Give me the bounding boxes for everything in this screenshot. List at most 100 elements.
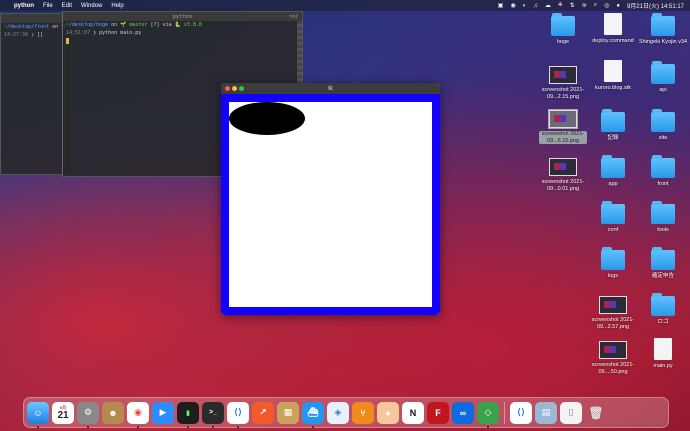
terminal-front-title: python <box>172 13 193 20</box>
tk-window-title: tk <box>328 85 333 92</box>
siri-icon[interactable]: ● <box>616 3 620 9</box>
trash-icon[interactable]: 🗑 <box>585 402 607 424</box>
terminal-front-titlebar[interactable]: python ⌥⌘2 <box>63 12 302 21</box>
desktop-icon-kuroro-blog[interactable]: kuroro.blog.stk <box>589 60 637 92</box>
desktop-icon-kakutei-shinkoku[interactable]: 確定申告 <box>639 247 687 280</box>
folder-icon <box>651 61 675 84</box>
desktop-icon-screenshot-6-15[interactable]: screenshot 2021-09...6.15.png <box>539 109 587 144</box>
calendar-icon[interactable]: 9月 21 <box>52 401 74 424</box>
dock-separator <box>504 401 505 424</box>
document-stack-icon[interactable]: ▯ <box>560 401 582 424</box>
vscode-recent-icon[interactable]: ⟨⟩ <box>510 401 532 424</box>
spotlight-search-icon[interactable]: ⌕ <box>594 2 597 9</box>
notion-icon[interactable]: N <box>402 401 424 424</box>
terminal-front-shortcut: ⌥⌘2 <box>288 13 298 20</box>
desktop-icon-shingeki-kyojin[interactable]: Shingeki Kyojin v34 <box>639 13 687 46</box>
menu-bar: python File Edit Window Help ▣ ◉ ◐ ♫ ☁ ⎈… <box>0 0 690 11</box>
chrome-icon[interactable]: ◉ <box>127 401 149 428</box>
desktop-icon-hoge[interactable]: hoge <box>539 13 587 46</box>
status-icon-7[interactable]: ⇅ <box>570 2 575 9</box>
menu-status-area: ▣ ◉ ◐ ♫ ☁ ⎈ ⇅ ≋ ⌕ ◎ ● 9月21日(火) 14:51:17 <box>498 1 684 10</box>
contacts-icon[interactable]: ☻ <box>102 401 124 424</box>
screenshot-thumbnail-icon <box>549 66 577 84</box>
desktop-icon-app[interactable]: app <box>589 155 637 188</box>
zoom-icon[interactable]: ▶ <box>152 401 174 424</box>
status-icon-2[interactable]: ◉ <box>510 2 515 9</box>
status-icon-3[interactable]: ◐ <box>523 3 527 9</box>
desktop-icon-kiroku[interactable]: 記録 <box>589 109 637 142</box>
minimize-button[interactable] <box>232 86 237 91</box>
vscode-icon[interactable]: ⟨⟩ <box>227 401 249 428</box>
status-icon-4[interactable]: ♫ <box>533 3 538 9</box>
chart-app-icon[interactable]: ↗ <box>252 401 274 424</box>
pycharm-icon[interactable]: ◇ <box>477 401 499 428</box>
screenshot-thumbnail-icon <box>549 158 577 176</box>
terminal-front-line-2: 14:51:07 ❯ python main.py <box>66 30 142 36</box>
system-preferences-icon[interactable]: ⚙ <box>77 401 99 428</box>
finder-icon[interactable]: ☺ <box>27 401 49 428</box>
terminal-cursor <box>66 38 69 44</box>
menu-app-name[interactable]: python <box>14 3 34 9</box>
desktop-icon-deploy-command[interactable]: deploy.command <box>589 13 637 45</box>
proxyman-icon[interactable]: ◈ <box>327 401 349 424</box>
preview-icon[interactable]: ● <box>377 401 399 424</box>
folder-icon <box>551 13 575 36</box>
folder-icon <box>651 155 675 178</box>
tk-canvas[interactable] <box>229 102 432 307</box>
menu-window[interactable]: Window <box>81 3 102 9</box>
desktop-icon-logo[interactable]: ロゴ <box>639 293 687 326</box>
menu-clock[interactable]: 9月21日(火) 14:51:17 <box>627 1 684 10</box>
terminal-front-line-1: ~/desktop/hoge on 🌱 master [?] via 🐍 v3.… <box>66 22 202 28</box>
docker-icon[interactable]: ⛴ <box>302 401 324 428</box>
sourcetree-icon[interactable]: ⑂ <box>352 401 374 424</box>
terminal-back-titlebar[interactable] <box>1 14 71 23</box>
desktop-icon-front[interactable]: front <box>639 155 687 188</box>
archive-utility-icon[interactable]: ▦ <box>277 401 299 424</box>
folder-icon <box>651 293 675 316</box>
downloads-stack-icon[interactable]: ▤ <box>535 401 557 424</box>
terminal-icon[interactable]: >_ <box>202 401 224 428</box>
folder-icon <box>651 201 675 224</box>
desktop-icon-screenshot-0-01[interactable]: screenshot 2021-09...0.01.png <box>539 158 587 192</box>
zoom-button[interactable] <box>239 86 244 91</box>
document-icon <box>604 13 622 35</box>
desktop-icon-screenshot-2-15[interactable]: screenshot 2021-09...2.15.png <box>539 66 587 100</box>
terminal-front-line-3 <box>63 37 302 46</box>
screenshot-thumbnail-icon <box>599 341 627 359</box>
wifi-icon[interactable]: ≋ <box>582 2 587 9</box>
folder-icon <box>651 109 675 132</box>
screenshot-thumbnail-icon <box>599 296 627 314</box>
folder-icon <box>651 13 675 36</box>
folder-icon <box>601 155 625 178</box>
desktop-icon-conf[interactable]: conf <box>589 201 637 234</box>
status-icon-6[interactable]: ⎈ <box>558 2 563 9</box>
filezilla-icon[interactable]: F <box>427 401 449 424</box>
desktop-icon-tools[interactable]: tools <box>639 201 687 234</box>
folder-icon <box>601 247 625 270</box>
iterm-icon[interactable]: ▮ <box>177 401 199 428</box>
desktop-icon-logs[interactable]: logs <box>589 247 637 280</box>
desktop-icon-screenshot-50[interactable]: screenshot 2021-09....50.png <box>589 341 637 375</box>
status-icon-1[interactable]: ▣ <box>498 2 504 9</box>
cloud-icon[interactable]: ☁ <box>545 2 551 9</box>
folder-icon <box>651 247 675 270</box>
tk-window-titlebar[interactable]: tk <box>221 83 440 94</box>
screenshot-thumbnail-icon <box>548 109 578 129</box>
tk-canvas-border <box>221 94 440 315</box>
desktop-icon-api[interactable]: api <box>639 61 687 94</box>
folder-icon <box>601 109 625 132</box>
control-center-icon[interactable]: ◎ <box>604 2 609 9</box>
desktop-icon-main-py[interactable]: main.py <box>639 338 687 370</box>
document-icon <box>604 60 622 82</box>
menu-edit[interactable]: Edit <box>62 3 72 9</box>
close-button[interactable] <box>225 86 230 91</box>
dock: ☺ 9月 21 ⚙ ☻ ◉ ▶ ▮ >_ ⟨⟩ ↗ ▦ ⛴ ◈ ⑂ ● N F … <box>23 397 669 428</box>
menu-help[interactable]: Help <box>111 3 123 9</box>
terminal-back-line-1: ~/desktop/front on 🌱 <box>4 24 67 30</box>
desktop-icon-site[interactable]: site <box>639 109 687 142</box>
python-file-icon <box>654 338 672 360</box>
menu-file[interactable]: File <box>43 3 53 9</box>
tk-window[interactable]: tk <box>221 83 440 315</box>
arduino-icon[interactable]: ∞ <box>452 401 474 424</box>
desktop-icon-screenshot-2-57[interactable]: screenshot 2021-09...2.57.png <box>589 296 637 330</box>
